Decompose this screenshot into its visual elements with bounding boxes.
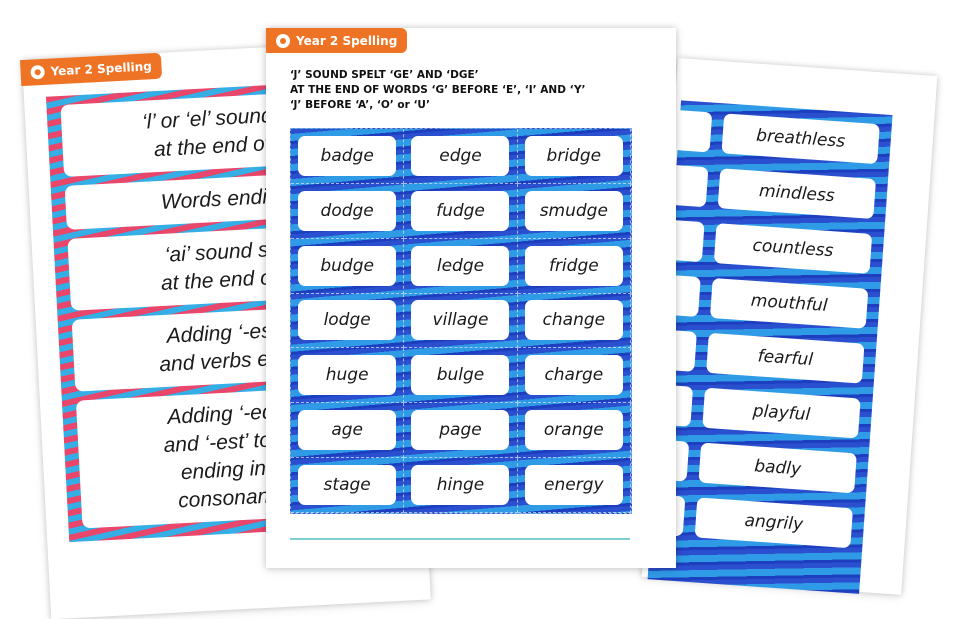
- word-card: ledge: [411, 245, 510, 286]
- grid-cell: change: [517, 293, 631, 349]
- word-card: fudge: [411, 190, 510, 231]
- grid-cell: badge: [291, 129, 405, 184]
- grid-cell: hinge: [404, 458, 518, 513]
- grid-cell: energy: [517, 458, 631, 513]
- word-card: village: [411, 300, 510, 341]
- word-card: fridge: [524, 245, 623, 286]
- grid-cell: edge: [404, 129, 518, 184]
- word-card: angrily: [694, 497, 854, 549]
- word-card: fearful: [706, 332, 865, 384]
- grid-cell: bridge: [517, 129, 631, 184]
- worksheet-heading: ‘J’ SOUND SPELT ‘GE’ AND ‘DGE’ AT THE EN…: [290, 68, 586, 113]
- abc-logo-icon: [276, 33, 290, 48]
- grid-cell: stage: [291, 458, 405, 513]
- tab-label: Year 2 Spelling: [50, 59, 153, 79]
- word-card: badly: [698, 442, 857, 494]
- word-card: page: [411, 410, 510, 451]
- right-worksheet: breathless mindless countless mouthful fearf…: [641, 58, 938, 595]
- heading-line: AT THE END OF WORDS ‘G’ BEFORE ‘E’, ‘I’ …: [290, 84, 586, 96]
- word-card: bulge: [411, 355, 510, 396]
- grid-cell: orange: [517, 403, 631, 459]
- word-card: badge: [298, 135, 397, 176]
- center-worksheet: Year 2 Spelling ‘J’ SOUND SPELT ‘GE’ AND…: [266, 28, 676, 568]
- grid-cell: age: [291, 403, 405, 459]
- grid-cell: dodge: [291, 183, 405, 239]
- grid-cell: charge: [517, 348, 631, 404]
- grid-cell: fridge: [517, 238, 631, 294]
- grid-cell: budge: [291, 238, 405, 294]
- grid-cell: huge: [291, 348, 405, 404]
- word-card: mindless: [717, 168, 877, 220]
- word-card: stage: [298, 465, 397, 506]
- word-card: playful: [702, 387, 861, 439]
- grid-cell: village: [404, 293, 518, 349]
- grid-cell: smudge: [517, 183, 631, 239]
- word-card: energy: [524, 465, 623, 506]
- word-card: countless: [713, 223, 873, 274]
- word-card: budge: [298, 245, 397, 286]
- word-card: breathless: [721, 113, 880, 165]
- grid-cell: lodge: [291, 293, 405, 349]
- word-card: edge: [411, 135, 510, 176]
- word-card: change: [524, 300, 623, 341]
- word-card: huge: [298, 355, 397, 396]
- word-card: bridge: [524, 135, 623, 176]
- word-card: smudge: [524, 190, 623, 231]
- word-card: lodge: [298, 300, 397, 341]
- abc-logo-icon: [30, 64, 46, 80]
- word-cards-strip: breathless mindless countless mouthful fearf…: [646, 100, 893, 594]
- heading-line: ‘J’ SOUND SPELT ‘GE’ AND ‘DGE’: [290, 69, 479, 81]
- word-card: dodge: [298, 190, 397, 231]
- year2-spelling-tab: Year 2 Spelling: [20, 52, 163, 87]
- grid-cell: ledge: [404, 238, 518, 294]
- word-card: mouthful: [709, 277, 869, 329]
- heading-line: ‘J’ BEFORE ‘A’, ‘O’ or ‘U’: [290, 99, 430, 111]
- word-card: orange: [524, 410, 623, 451]
- cropped-word-card: [673, 110, 713, 153]
- grid-cell: fudge: [404, 183, 518, 239]
- grid-cell: bulge: [404, 348, 518, 404]
- year2-spelling-tab: Year 2 Spelling: [266, 28, 408, 53]
- grid-cell: page: [404, 403, 518, 459]
- word-card: charge: [524, 355, 623, 396]
- tab-label: Year 2 Spelling: [296, 33, 398, 48]
- word-card: hinge: [411, 465, 510, 506]
- word-card-grid: badge edge bridge dodge fudge smudge budge ledg…: [290, 128, 632, 514]
- word-card: age: [298, 410, 397, 451]
